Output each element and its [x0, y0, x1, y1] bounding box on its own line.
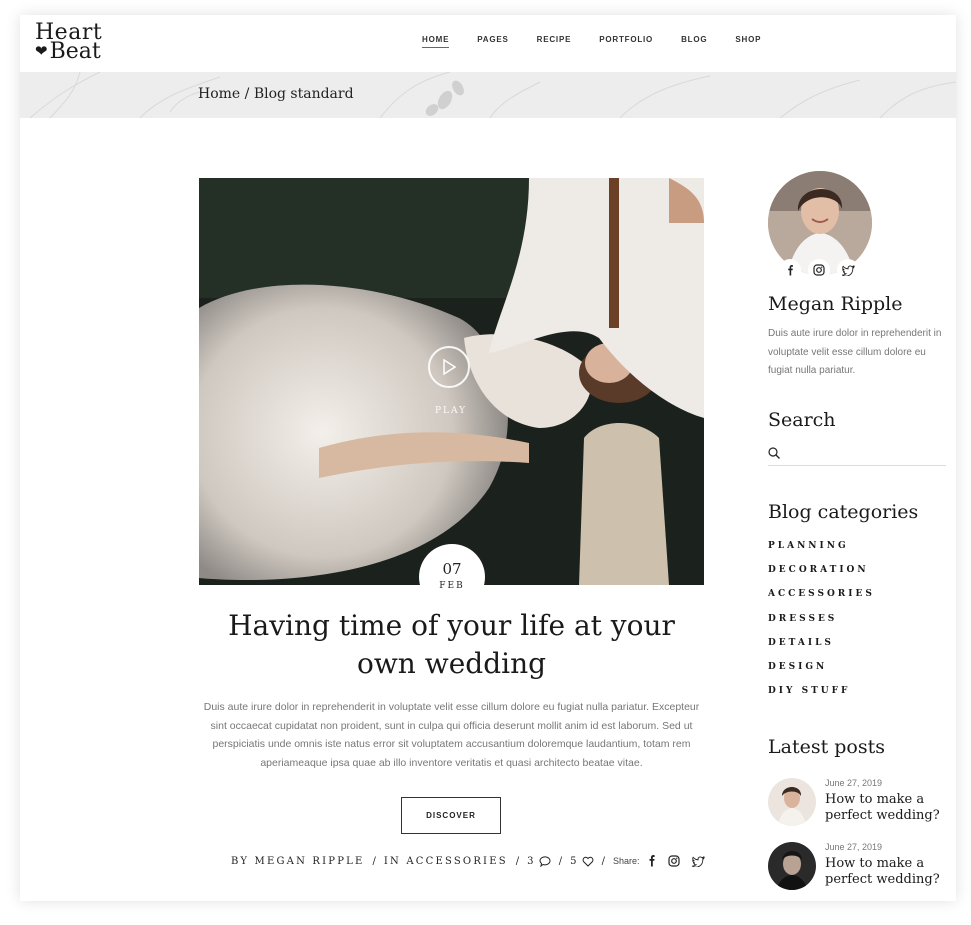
latest-post-date: June 27, 2019: [825, 842, 883, 852]
author-bio: Duis aute irure dolor in reprehenderit i…: [768, 328, 942, 376]
post-featured-image[interactable]: PLAY: [199, 178, 704, 585]
latest-post-item[interactable]: June 27, 2019 How to make a perfect wedd…: [768, 842, 948, 892]
latest-post-date: June 27, 2019: [825, 778, 883, 788]
floral-pattern: [29, 72, 956, 118]
category-decoration[interactable]: DECORATION: [768, 565, 875, 589]
category-details[interactable]: DETAILS: [768, 638, 875, 662]
site-header: Heart ❤Beat HOME PAGES RECIPE PORTFOLIO …: [20, 15, 956, 72]
category-accessories[interactable]: ACCESSORIES: [768, 589, 875, 613]
search-title: Search: [768, 409, 836, 431]
post-excerpt: Duis aute irure dolor in reprehenderit i…: [203, 701, 700, 769]
search-input[interactable]: [786, 444, 940, 457]
post-author[interactable]: BY MEGAN RIPPLE: [231, 856, 365, 867]
facebook-share-icon[interactable]: [648, 855, 656, 867]
twitter-share-icon[interactable]: [691, 855, 705, 867]
nav-recipe[interactable]: RECIPE: [537, 35, 572, 44]
post-category[interactable]: IN ACCESSORIES: [384, 856, 508, 867]
author-socials: [779, 259, 859, 281]
latest-post-item[interactable]: June 27, 2019 How to make a perfect wedd…: [768, 778, 948, 828]
main-nav: HOME PAGES RECIPE PORTFOLIO BLOG SHOP: [422, 35, 789, 48]
heart-icon: ❤: [35, 42, 48, 60]
like-count[interactable]: 5: [570, 856, 579, 867]
nav-home[interactable]: HOME: [422, 35, 450, 48]
play-button[interactable]: [428, 346, 470, 388]
twitter-icon[interactable]: [837, 259, 859, 281]
share-label: Share:: [613, 856, 640, 866]
category-diy-stuff[interactable]: DIY STUFF: [768, 686, 875, 710]
instagram-share-icon[interactable]: [667, 855, 680, 867]
post-meta: BY MEGAN RIPPLE / IN ACCESSORIES / 3 / 5…: [231, 855, 717, 867]
site-logo[interactable]: Heart ❤Beat: [35, 22, 102, 64]
search-icon[interactable]: [768, 447, 780, 459]
discover-button[interactable]: DISCOVER: [401, 797, 501, 834]
post-date-badge: 07 FEB: [419, 544, 485, 610]
nav-pages[interactable]: PAGES: [477, 35, 508, 44]
post-month: FEB: [439, 581, 465, 591]
latest-post-title[interactable]: How to make a perfect wedding?: [825, 856, 945, 888]
category-dresses[interactable]: DRESSES: [768, 614, 875, 638]
search-widget: [768, 443, 946, 466]
category-planning[interactable]: PLANNING: [768, 541, 875, 565]
nav-blog[interactable]: BLOG: [681, 35, 707, 44]
category-list: PLANNING DECORATION ACCESSORIES DRESSES …: [768, 541, 875, 710]
post-title[interactable]: Having time of your life at your own wed…: [199, 607, 704, 683]
author-name: Megan Ripple: [768, 293, 903, 315]
category-design[interactable]: DESIGN: [768, 662, 875, 686]
comment-count[interactable]: 3: [527, 856, 536, 867]
latest-posts-title: Latest posts: [768, 736, 885, 758]
nav-shop[interactable]: SHOP: [735, 35, 761, 44]
post-day: 07: [442, 560, 462, 578]
play-icon: [443, 359, 456, 375]
nav-portfolio[interactable]: PORTFOLIO: [599, 35, 653, 44]
latest-post-title[interactable]: How to make a perfect wedding?: [825, 792, 945, 824]
instagram-icon[interactable]: [808, 259, 830, 281]
categories-title: Blog categories: [768, 501, 919, 523]
facebook-icon[interactable]: [779, 259, 801, 281]
breadcrumb-band: Home / Blog standard: [20, 72, 956, 118]
logo-line-2: Beat: [49, 39, 101, 64]
heart-outline-icon[interactable]: [582, 856, 594, 867]
breadcrumb[interactable]: Home / Blog standard: [198, 86, 354, 102]
comment-icon: [539, 855, 551, 867]
page-frame: Heart ❤Beat HOME PAGES RECIPE PORTFOLIO …: [20, 15, 956, 901]
latest-post-thumbnail[interactable]: [768, 778, 816, 826]
latest-post-thumbnail[interactable]: [768, 842, 816, 890]
play-label: PLAY: [435, 406, 468, 416]
